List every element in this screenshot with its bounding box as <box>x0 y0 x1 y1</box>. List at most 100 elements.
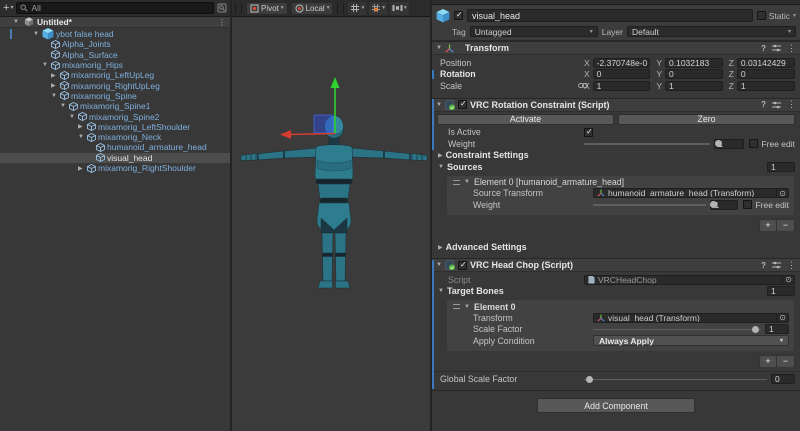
component-enabled-checkbox[interactable] <box>458 100 467 109</box>
hierarchy-item-spine[interactable]: ▼ mixamorig_Spine <box>0 91 230 101</box>
hierarchy-search[interactable] <box>16 2 214 14</box>
element-0-header[interactable]: ▼ Element 0 <box>447 301 794 312</box>
script-field[interactable]: VRCHeadChop ⊙ <box>584 275 795 285</box>
hierarchy-item-neck[interactable]: ▼ mixamorig_Neck <box>0 132 230 142</box>
rotation-x-field[interactable]: 0 <box>593 69 651 79</box>
foldout-open-icon[interactable]: ▼ <box>33 31 42 37</box>
hierarchy-item-humanoid-armature-head[interactable]: humanoid_armature_head <box>0 142 230 152</box>
layer-dropdown[interactable]: Default ▾ <box>627 26 796 37</box>
drag-handle-icon[interactable] <box>453 180 460 185</box>
foldout-open-icon[interactable]: ▼ <box>464 179 470 185</box>
position-y-field[interactable]: 0.1032183 <box>665 58 723 68</box>
foldout-open-icon[interactable]: ▼ <box>78 134 87 140</box>
sources-row[interactable]: ▼ Sources 1 <box>432 161 800 173</box>
hierarchy-search-input[interactable] <box>31 3 210 13</box>
help-icon[interactable]: ? <box>761 44 766 53</box>
free-edit-checkbox[interactable] <box>743 200 752 209</box>
foldout-closed-icon[interactable]: ▶ <box>438 152 443 159</box>
pivot-mode-button[interactable]: Pivot ▾ <box>246 2 288 15</box>
foldout-open-icon[interactable]: ▼ <box>438 288 444 294</box>
head-chop-header[interactable]: ▼ VRC Head Chop (Script) ? ⋮ <box>432 259 800 272</box>
hierarchy-item-hips[interactable]: ▼ mixamorig_Hips <box>0 60 230 70</box>
sources-count-field[interactable]: 1 <box>767 162 795 172</box>
foldout-open-icon[interactable]: ▼ <box>13 19 19 25</box>
foldout-closed-icon[interactable]: ▶ <box>51 72 60 79</box>
scene-viewport[interactable] <box>232 17 430 431</box>
add-component-button[interactable]: Add Component <box>537 398 695 413</box>
add-element-button[interactable]: + <box>760 220 777 231</box>
component-enabled-checkbox[interactable] <box>458 261 467 270</box>
active-checkbox[interactable] <box>454 11 463 20</box>
foldout-closed-icon[interactable]: ▶ <box>51 82 60 89</box>
element-0-header[interactable]: ▼ Element 0 [humanoid_armature_head] <box>447 177 794 188</box>
chevron-down-icon[interactable]: ▾ <box>793 12 796 19</box>
add-element-button[interactable]: + <box>760 356 777 367</box>
target-bones-row[interactable]: ▼ Target Bones 1 <box>432 286 800 298</box>
tag-dropdown[interactable]: Untagged ▾ <box>470 26 598 37</box>
hierarchy-item-spine1[interactable]: ▼ mixamorig_Spine1 <box>0 101 230 111</box>
foldout-closed-icon[interactable]: ▶ <box>78 123 87 130</box>
rotation-z-field[interactable]: 0 <box>737 69 795 79</box>
search-window-icon[interactable] <box>217 3 227 13</box>
advanced-settings-row[interactable]: ▶ Advanced Settings <box>432 242 800 254</box>
object-picker-icon[interactable]: ⊙ <box>782 275 792 284</box>
activate-button[interactable]: Activate <box>437 114 614 125</box>
scale-x-field[interactable]: 1 <box>593 81 651 91</box>
hierarchy-item-leftupleg[interactable]: ▶ mixamorig_LeftUpLeg <box>0 70 230 80</box>
hierarchy-item-leftshoulder[interactable]: ▶ mixamorig_LeftShoulder <box>0 122 230 132</box>
presets-icon[interactable] <box>772 44 781 52</box>
hierarchy-item-rightshoulder[interactable]: ▶ mixamorig_RightShoulder <box>0 163 230 173</box>
hierarchy-item-rightupleg[interactable]: ▶ mixamorig_RightUpLeg <box>0 80 230 90</box>
scale-factor-field[interactable]: 1 <box>765 324 789 334</box>
snap-increment-button[interactable]: ▾ <box>390 2 409 15</box>
scale-link-icon[interactable] <box>578 82 588 89</box>
rotation-constraint-header[interactable]: ▼ VRC Rotation Constraint (Script) ? ⋮ <box>432 99 800 112</box>
foldout-closed-icon[interactable]: ▶ <box>438 244 443 251</box>
foldout-open-icon[interactable]: ▼ <box>438 164 444 170</box>
create-object-button[interactable]: +▾ <box>3 3 13 14</box>
position-x-field[interactable]: -2.370748e-0 <box>593 58 651 68</box>
foldout-open-icon[interactable]: ▼ <box>464 304 470 310</box>
presets-icon[interactable] <box>772 261 781 269</box>
remove-element-button[interactable]: − <box>777 356 794 367</box>
source-transform-field[interactable]: humanoid_armature_head (Transform) ⊙ <box>593 188 789 198</box>
position-z-field[interactable]: 0.03142429 <box>737 58 795 68</box>
apply-condition-dropdown[interactable]: Always Apply ▾ <box>593 335 789 346</box>
kebab-menu-icon[interactable]: ⋮ <box>787 43 796 54</box>
foldout-closed-icon[interactable]: ▶ <box>78 165 87 172</box>
foldout-open-icon[interactable]: ▼ <box>42 62 51 68</box>
gameobject-cube-icon[interactable] <box>436 9 450 23</box>
global-scale-field[interactable]: 0 <box>771 374 795 384</box>
transform-header[interactable]: ▼ Transform ? ⋮ <box>432 42 800 55</box>
drag-handle-icon[interactable] <box>453 304 460 309</box>
object-picker-icon[interactable]: ⊙ <box>776 189 786 198</box>
hierarchy-item-visual-head[interactable]: visual_head <box>0 153 230 163</box>
scale-factor-slider[interactable] <box>593 325 761 334</box>
free-edit-checkbox[interactable] <box>749 139 758 148</box>
help-icon[interactable]: ? <box>761 261 766 270</box>
grid-visibility-button[interactable]: ▾ <box>348 2 366 15</box>
foldout-open-icon[interactable]: ▼ <box>436 45 442 51</box>
is-active-checkbox[interactable] <box>584 128 593 137</box>
zero-button[interactable]: Zero <box>618 114 795 125</box>
name-field[interactable]: visual_head <box>467 9 753 22</box>
hierarchy-item-ybot-false-head[interactable]: ▼ ybot false head <box>0 29 230 39</box>
presets-icon[interactable] <box>772 101 781 109</box>
element-weight-slider[interactable] <box>593 200 706 209</box>
hierarchy-item-spine2[interactable]: ▼ mixamorig_Spine2 <box>0 111 230 121</box>
foldout-open-icon[interactable]: ▼ <box>60 103 69 109</box>
foldout-open-icon[interactable]: ▼ <box>436 262 442 268</box>
help-icon[interactable]: ? <box>761 100 766 109</box>
grid-snapping-button[interactable]: ▾ <box>369 2 387 15</box>
scale-y-field[interactable]: 1 <box>665 81 723 91</box>
kebab-menu-icon[interactable]: ⋮ <box>787 260 796 271</box>
global-scale-slider[interactable] <box>584 375 767 384</box>
weight-slider[interactable] <box>584 139 710 148</box>
static-checkbox[interactable] <box>757 11 766 20</box>
foldout-open-icon[interactable]: ▼ <box>436 102 442 108</box>
bone-transform-field[interactable]: visual_head (Transform) ⊙ <box>593 313 789 323</box>
scene-row-untitled[interactable]: ▼ Untitled* ⋮ <box>0 17 230 28</box>
local-space-button[interactable]: Local ▾ <box>291 2 334 15</box>
hierarchy-item-alpha-surface[interactable]: Alpha_Surface <box>0 50 230 60</box>
constraint-settings-row[interactable]: ▶ Constraint Settings <box>432 150 800 162</box>
